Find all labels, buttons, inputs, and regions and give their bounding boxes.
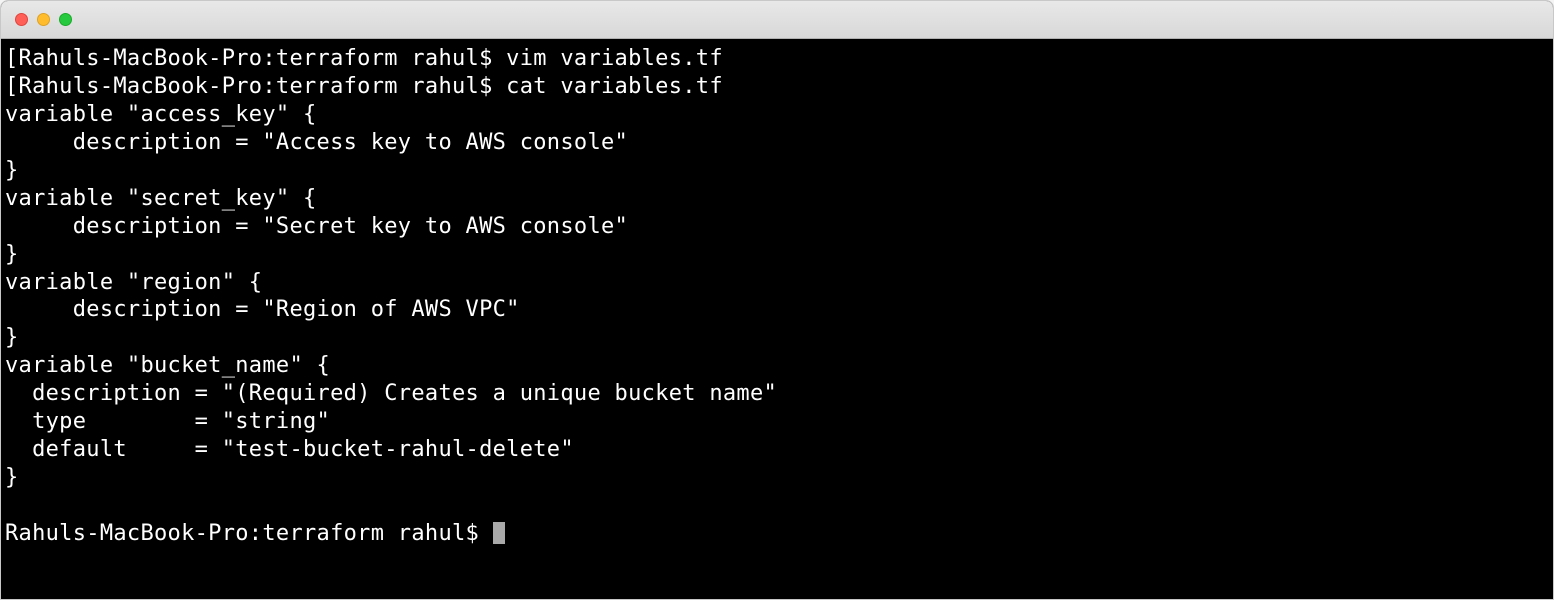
minimize-icon[interactable] — [37, 13, 50, 26]
terminal-line: } — [5, 325, 19, 350]
terminal-prompt: Rahuls-MacBook-Pro:terraform rahul$ — [5, 521, 493, 546]
terminal-line: [Rahuls-MacBook-Pro:terraform rahul$ vim… — [5, 46, 723, 71]
terminal-content[interactable]: [Rahuls-MacBook-Pro:terraform rahul$ vim… — [1, 39, 1553, 554]
terminal-line: } — [5, 242, 19, 267]
titlebar[interactable] — [1, 1, 1553, 39]
terminal-window: [Rahuls-MacBook-Pro:terraform rahul$ vim… — [0, 0, 1554, 600]
terminal-line: description = "Secret key to AWS console… — [5, 214, 628, 239]
terminal-line: default = "test-bucket-rahul-delete" — [5, 437, 574, 462]
terminal-line: } — [5, 465, 19, 490]
close-icon[interactable] — [15, 13, 28, 26]
terminal-line: variable "region" { — [5, 270, 262, 295]
terminal-line: description = "(Required) Creates a uniq… — [5, 381, 777, 406]
traffic-lights — [15, 13, 72, 26]
terminal-line: variable "bucket_name" { — [5, 353, 330, 378]
terminal-line: description = "Region of AWS VPC" — [5, 297, 520, 322]
terminal-line: [Rahuls-MacBook-Pro:terraform rahul$ cat… — [5, 74, 723, 99]
cursor-icon — [493, 522, 505, 544]
terminal-line: description = "Access key to AWS console… — [5, 130, 628, 155]
terminal-line: variable "secret_key" { — [5, 186, 317, 211]
terminal-line: variable "access_key" { — [5, 102, 317, 127]
terminal-line: type = "string" — [5, 409, 330, 434]
maximize-icon[interactable] — [59, 13, 72, 26]
terminal-line: } — [5, 158, 19, 183]
